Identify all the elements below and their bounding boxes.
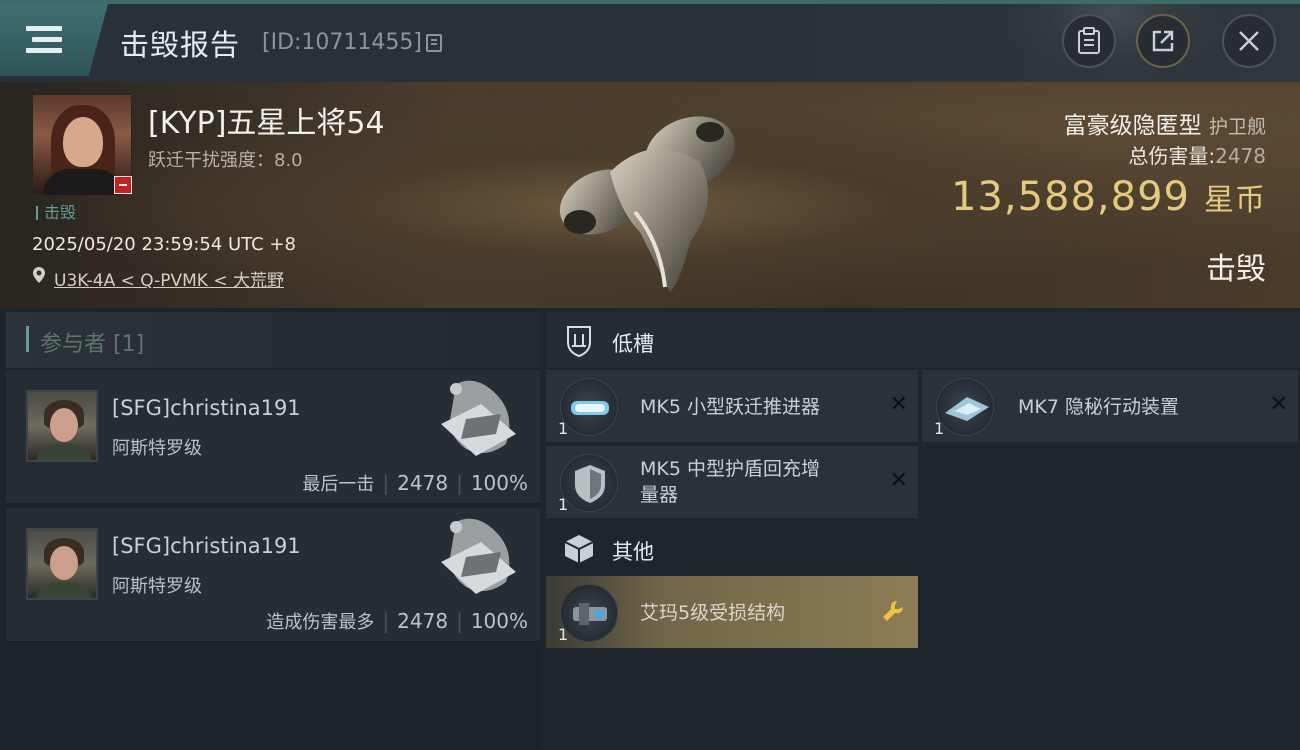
wrench-icon [883,600,904,621]
other-header [546,520,1300,576]
destroyed-x-icon: ✕ [889,392,908,417]
participant-ship-image [441,380,516,456]
kill-tag: 击毁 [36,205,76,221]
isk-value: 13,588,899 星币 [951,174,1266,220]
isk-unit: 星币 [1204,183,1266,218]
participant-role: 最后一击 [302,474,375,495]
module-name: MK7 隐秘行动装置 [1018,396,1179,418]
participant-ship: 阿斯特罗级 [112,576,202,597]
warp-disruption-strength: 跃迁干扰强度：8.0 [148,150,303,171]
clipboard-icon [1078,27,1100,54]
avatar[interactable] [26,390,98,462]
other-title: 其他 [612,540,654,564]
module-name: MK5 小型跃迁推进器 [640,396,820,418]
page-title: 击毁报告 [120,28,241,62]
module-quantity: 1 [558,495,569,514]
close-button[interactable] [1222,14,1276,68]
participant-percent: 100% [470,471,528,495]
participant-percent: 100% [470,609,528,633]
module-item[interactable]: 1 艾玛5级受损结构 [546,576,918,648]
module-item[interactable]: 1 MK5 小型跃迁推进器 ✕ [546,370,918,442]
module-quantity: 1 [558,625,569,644]
clipboard-button[interactable] [1062,14,1116,68]
participant-role: 造成伤害最多 [266,612,375,633]
copy-icon[interactable] [426,34,442,52]
module-quantity: 1 [558,419,569,438]
shield-recharger-icon [560,454,618,512]
module-item[interactable]: 1 MK5 中型护盾回充增 量器 ✕ [546,446,918,518]
ship-type: 护卫舰 [1208,116,1266,138]
participant-name: [SFG]christina191 [112,534,301,558]
participant-damage: 2478 [397,609,449,633]
victim-ship-image[interactable] [540,92,760,302]
module-item[interactable]: 1 MK7 隐秘行动装置 ✕ [922,370,1298,442]
cargo-box-icon [564,535,594,563]
module-quantity: 1 [934,419,945,438]
menu-icon [26,26,62,54]
low-slot-title: 低槽 [612,332,654,356]
participant-stats: 造成伤害最多 | 2478 | 100% [266,609,528,633]
participants-title: 参与者 [1] [40,332,145,357]
micro-warp-icon [560,378,618,436]
module-name: MK5 中型护盾回充增 量器 [640,456,820,508]
total-damage-label: 总伤害量: [1128,144,1216,168]
low-slot-header [546,312,1300,368]
total-damage: 总伤害量:2478 [1128,140,1266,169]
destroyed-x-icon: ✕ [1269,392,1288,417]
module-name: 艾玛5级受损结构 [640,602,786,624]
participant-card[interactable]: [SFG]christina191 阿斯特罗级 最后一击 | 2478 | 100% [6,370,540,504]
low-slot-icon [567,326,591,358]
kill-status: 击毁 [1206,252,1266,287]
avatar[interactable] [26,528,98,600]
participant-damage: 2478 [397,471,449,495]
ship-class-name: 富豪级隐匿型 [1063,113,1202,139]
destroyed-x-icon: ✕ [889,468,908,493]
damaged-structure-icon [560,584,618,642]
participant-stats: 最后一击 | 2478 | 100% [302,471,528,495]
kill-timestamp: 2025/05/20 23:59:54 UTC +8 [32,234,296,255]
isk-amount: 13,588,899 [950,174,1190,220]
participant-ship-image [441,518,516,594]
share-button[interactable] [1136,14,1190,68]
cloak-device-icon [936,378,994,436]
kill-location-link[interactable]: U3K-4A < Q-PVMK < 大荒野 [54,266,284,291]
victim-ship-class: 富豪级隐匿型 护卫舰 [1064,106,1266,140]
participant-name: [SFG]christina191 [112,396,301,420]
participant-card[interactable]: [SFG]christina191 阿斯特罗级 造成伤害最多 | 2478 | 100% [6,508,540,642]
module-name-line2: 量器 [640,484,679,506]
participant-ship: 阿斯特罗级 [112,438,202,459]
share-icon [1152,30,1174,52]
module-name-line1: MK5 中型护盾回充增 [640,458,820,480]
report-id: [ID:10711455] [262,30,422,55]
hostile-badge [114,176,132,194]
location-pin-icon [33,267,45,283]
close-icon [1239,31,1259,51]
total-damage-value: 2478 [1215,144,1266,168]
victim-name[interactable]: [KYP]五星上将54 [148,98,385,142]
